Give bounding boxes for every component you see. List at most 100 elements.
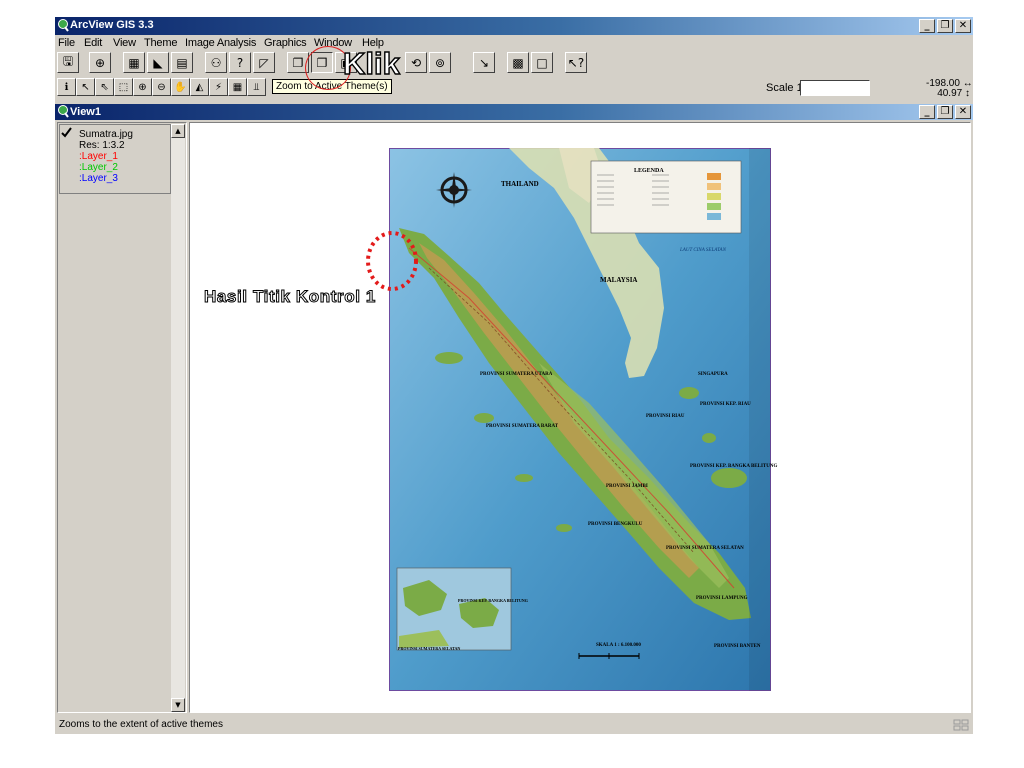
- control-point-annotation: Hasil Titik Kontrol 1: [204, 287, 376, 307]
- view-icon: [58, 105, 69, 118]
- area-of-interest-tool[interactable]: ▦: [228, 78, 247, 96]
- layout-icon: ▩: [512, 55, 524, 70]
- map-label-singapura: SINGAPURA: [698, 372, 728, 377]
- scale-input[interactable]: [800, 80, 870, 96]
- theme-name: Sumatra.jpg: [79, 129, 133, 140]
- help-pointer-icon: ↖?: [567, 55, 585, 70]
- map-label-province: PROVINSI JAMBI: [606, 484, 648, 489]
- inset-map-label: PROVINSI KEP. BANGKA BELITUNG: [458, 598, 528, 603]
- app-titlebar[interactable]: ArcView GIS 3.3 _ ❐ ✕: [55, 17, 973, 35]
- zoom-in-icon: ⊕: [138, 81, 147, 93]
- map-label-province: PROVINSI SUMATERA SELATAN: [666, 546, 744, 551]
- add-theme-icon: ⊕: [94, 55, 106, 70]
- arrow-icon: ↘: [478, 55, 490, 70]
- query-icon: ?: [236, 55, 244, 70]
- label-tool[interactable]: ⫫: [247, 78, 266, 96]
- identify-tool[interactable]: ℹ: [57, 78, 76, 96]
- menu-view[interactable]: View: [113, 37, 136, 49]
- measure-tool[interactable]: ◭: [190, 78, 209, 96]
- view-minimize-button[interactable]: _: [919, 105, 935, 119]
- view-titlebar[interactable]: View1 _ ❐ ✕: [55, 104, 973, 120]
- sumatra-map-image: [389, 148, 771, 691]
- add-theme-button[interactable]: ⊕: [89, 52, 111, 73]
- map-legend-title: LEGENDA: [634, 168, 664, 174]
- zoom-in-tool[interactable]: ⊕: [133, 78, 152, 96]
- map-label-province: PROVINSI BENGKULU: [588, 522, 643, 527]
- scroll-down-arrow-icon[interactable]: ▼: [171, 698, 185, 712]
- restore-button[interactable]: ❐: [937, 19, 953, 33]
- edit-legend-button[interactable]: ◣: [147, 52, 169, 73]
- menu-image-analysis[interactable]: Image Analysis: [185, 37, 256, 49]
- map-label-province: PROVINSI BANTEN: [714, 644, 761, 649]
- zoom-out-icon: ⊖: [157, 81, 166, 93]
- map-label-thailand: THAILAND: [501, 180, 539, 188]
- menu-theme[interactable]: Theme: [144, 37, 177, 49]
- layer-3-label: :Layer_3: [79, 173, 118, 184]
- properties-icon: ▦: [128, 55, 140, 70]
- menu-graphics[interactable]: Graphics: [264, 37, 307, 49]
- hotlink-button[interactable]: ↘: [473, 52, 495, 73]
- zoom-out-tool[interactable]: ⊖: [152, 78, 171, 96]
- map-label-province: PROVINSI KEP. RIAU: [700, 402, 751, 407]
- table-of-contents: [57, 122, 187, 713]
- query-builder-button[interactable]: ?: [229, 52, 251, 73]
- layer-2-label: :Layer_2: [79, 162, 118, 173]
- save-project-button[interactable]: 🖫: [57, 52, 79, 73]
- map-label-province: PROVINSI SUMATERA UTARA: [480, 372, 553, 377]
- map-scale-label: SKALA 1 : 6.100.000: [596, 643, 641, 648]
- clear-selection-button[interactable]: ⊚: [429, 52, 451, 73]
- layout-button[interactable]: ▩: [507, 52, 529, 73]
- status-text: Zooms to the extent of active themes: [59, 719, 223, 730]
- locate-icon: ◸: [259, 55, 269, 70]
- zoom-previous-button[interactable]: ⟲: [405, 52, 427, 73]
- pointer-icon: ↖: [81, 81, 90, 93]
- map-label-province: PROVINSI LAMPUNG: [696, 596, 748, 601]
- map-label-sea: LAUT CINA SELATAN: [680, 248, 726, 253]
- open-table-button[interactable]: ▤: [171, 52, 193, 73]
- view-restore-button[interactable]: ❐: [937, 105, 953, 119]
- close-button[interactable]: ✕: [955, 19, 971, 33]
- lightning-icon: ⚡: [214, 81, 223, 93]
- locate-address-button[interactable]: ◸: [253, 52, 275, 73]
- coordinate-y: 40.97 ↕: [937, 88, 970, 99]
- info-icon: ℹ: [64, 81, 69, 93]
- select-feature-tool[interactable]: ⬚: [114, 78, 133, 96]
- zoom-full-icon: ❐: [292, 55, 304, 70]
- desktop: ArcView GIS 3.3 _ ❐ ✕ File Edit View The…: [0, 0, 1024, 768]
- area-icon: ▦: [232, 81, 243, 93]
- binoculars-icon: ⚇: [210, 55, 222, 70]
- map-label-province: PROVINSI KEP. BANGKA BELITUNG: [690, 464, 778, 469]
- theme-resolution: Res: 1:3.2: [79, 140, 125, 151]
- label-icon: ⫫: [253, 81, 260, 93]
- visibility-checkbox[interactable]: [61, 127, 72, 138]
- hotlink-tool[interactable]: ⚡: [209, 78, 228, 96]
- legend-icon: ◣: [153, 55, 163, 70]
- minimize-button[interactable]: _: [919, 19, 935, 33]
- select-feature-icon: ⬚: [118, 81, 129, 93]
- frame-button[interactable]: □: [531, 52, 553, 73]
- vertex-edit-tool[interactable]: ⇖: [95, 78, 114, 96]
- theme-properties-button[interactable]: ▦: [123, 52, 145, 73]
- scroll-up-arrow-icon[interactable]: ▲: [171, 124, 185, 138]
- table-icon: ▤: [176, 55, 188, 70]
- layer-1-label: :Layer_1: [79, 151, 118, 162]
- map-label-province: PROVINSI SUMATERA BARAT: [486, 424, 559, 429]
- menu-file[interactable]: File: [58, 37, 75, 49]
- inset-map-label: PROVINSI SUMATERA SELATAN: [398, 646, 461, 651]
- help-button[interactable]: ↖?: [565, 52, 587, 73]
- resize-grip-icon[interactable]: [953, 719, 969, 731]
- control-point-marker: [366, 231, 418, 291]
- toc-scrollbar[interactable]: ▲ ▼: [171, 124, 185, 712]
- coordinate-y-value: 40.97: [937, 88, 963, 99]
- click-annotation: Klik: [342, 46, 400, 81]
- pan-tool[interactable]: ✋: [171, 78, 190, 96]
- pointer-tool[interactable]: ↖: [76, 78, 95, 96]
- menu-edit[interactable]: Edit: [84, 37, 102, 49]
- save-icon: 🖫: [62, 54, 74, 68]
- app-title: ArcView GIS 3.3: [70, 19, 154, 31]
- arcview-logo-icon: [58, 19, 69, 32]
- find-button[interactable]: ⚇: [205, 52, 227, 73]
- view-close-button[interactable]: ✕: [955, 105, 971, 119]
- view-title: View1: [70, 106, 101, 118]
- zoom-previous-icon: ⟲: [410, 55, 422, 70]
